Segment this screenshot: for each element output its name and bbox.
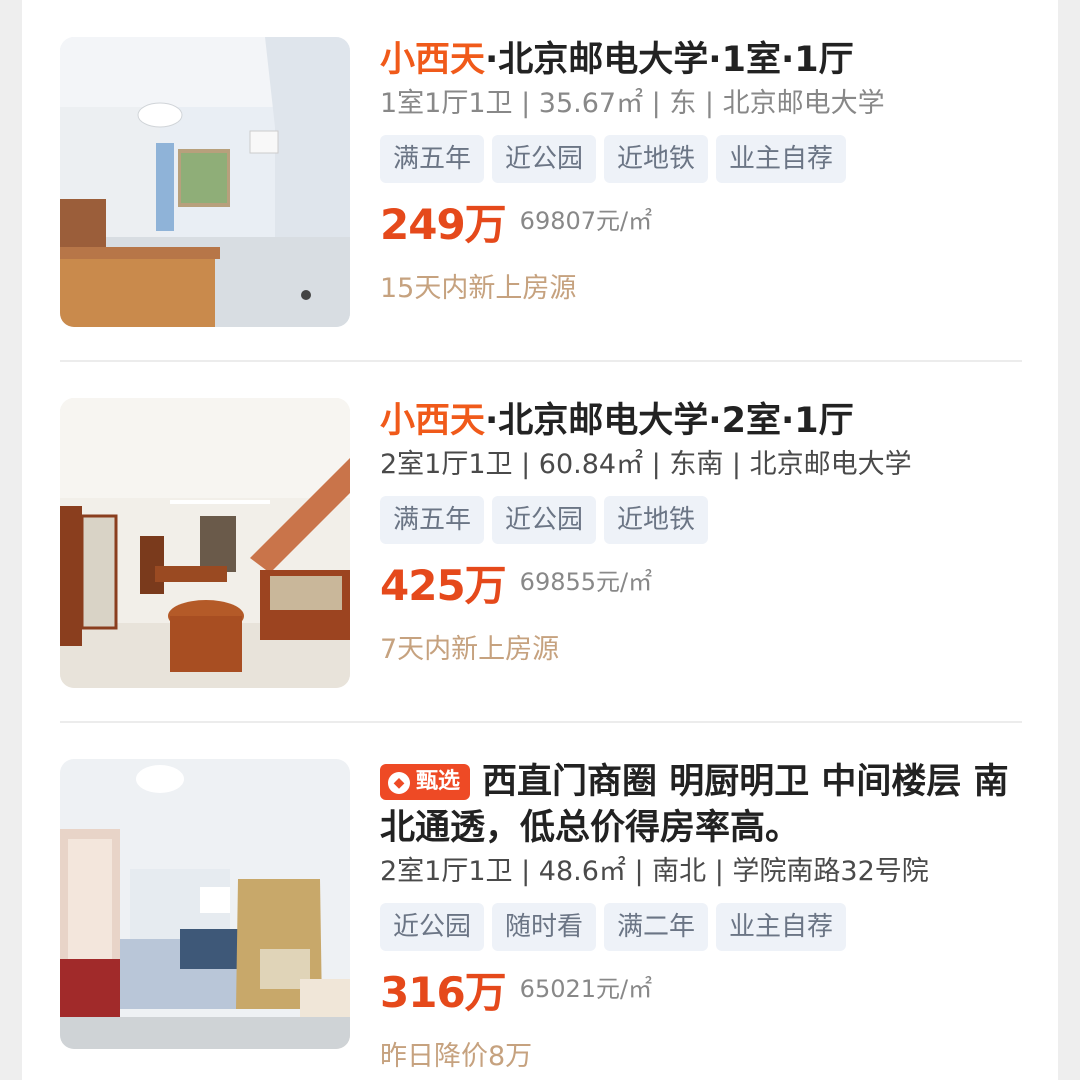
price-row: 249万 69807元/㎡ (380, 197, 1020, 253)
tag: 近公园 (492, 135, 597, 183)
total-price: 425万 (380, 561, 507, 610)
listing-note: 7天内新上房源 (380, 634, 560, 665)
tag: 近公园 (492, 496, 597, 544)
price-row: 425万 69855元/㎡ (380, 558, 1020, 614)
listing-note: 15天内新上房源 (380, 273, 577, 304)
tag-list: 近公园 随时看 满二年 业主自荐 (380, 903, 1020, 951)
tag: 满五年 (380, 135, 485, 183)
listing-title[interactable]: ◆ 甄选 西直门商圈 明厨明卫 中间楼层 南北通透，低总价得房率高。 (380, 759, 1020, 851)
listing-photo[interactable] (60, 759, 350, 1049)
tag: 业主自荐 (716, 135, 847, 183)
divider (60, 360, 1022, 362)
tag: 近公园 (380, 903, 485, 951)
heart-diamond-icon: ◆ (388, 772, 410, 794)
listing-meta: 2室1厅1卫 | 48.6㎡ | 南北 | 学院南路32号院 (380, 856, 929, 887)
divider (60, 721, 1022, 723)
title-detail: 西直门商圈 明厨明卫 中间楼层 南北通透，低总价得房率高。 (380, 762, 1009, 848)
unit-price: 65021元/㎡ (519, 975, 653, 1003)
tag-list: 满五年 近公园 近地铁 业主自荐 (380, 135, 1020, 183)
tag: 满五年 (380, 496, 485, 544)
badge-label: 甄选 (416, 769, 461, 794)
listing-card[interactable]: 小西天·北京邮电大学·1室·1厅 1室1厅1卫 | 35.67㎡ | 东 | 北… (60, 37, 1022, 329)
tag: 满二年 (604, 903, 709, 951)
cluttered-bedroom-photo-icon (60, 759, 350, 1049)
tag: 业主自荐 (716, 903, 847, 951)
listing-title[interactable]: 小西天·北京邮电大学·1室·1厅 (380, 37, 1020, 83)
title-area: 小西天 (380, 401, 486, 441)
tag-list: 满五年 近公园 近地铁 (380, 496, 1020, 544)
listing-meta: 2室1厅1卫 | 60.84㎡ | 东南 | 北京邮电大学 (380, 449, 912, 480)
total-price: 316万 (380, 968, 507, 1017)
listing-meta: 1室1厅1卫 | 35.67㎡ | 东 | 北京邮电大学 (380, 88, 885, 119)
listing-photo[interactable] (60, 37, 350, 327)
title-detail: ·北京邮电大学·1室·1厅 (485, 40, 854, 80)
unit-price: 69807元/㎡ (519, 207, 653, 235)
tag: 近地铁 (604, 496, 709, 544)
tag: 随时看 (492, 903, 597, 951)
tag: 近地铁 (604, 135, 709, 183)
price-row: 316万 65021元/㎡ (380, 965, 1020, 1021)
title-area: 小西天 (380, 40, 486, 80)
unit-price: 69855元/㎡ (519, 568, 653, 596)
listing-card[interactable]: ◆ 甄选 西直门商圈 明厨明卫 中间楼层 南北通透，低总价得房率高。 2室1厅1卫 … (60, 759, 1022, 1072)
title-detail: ·北京邮电大学·2室·1厅 (485, 401, 854, 441)
bedroom-photo-icon (60, 37, 350, 327)
total-price: 249万 (380, 200, 507, 249)
featured-badge: ◆ 甄选 (380, 764, 471, 800)
listing-feed: 小西天·北京邮电大学·1室·1厅 1室1厅1卫 | 35.67㎡ | 东 | 北… (22, 0, 1058, 1080)
listing-note: 昨日降价8万 (380, 1041, 533, 1072)
listing-card[interactable]: 小西天·北京邮电大学·2室·1厅 2室1厅1卫 | 60.84㎡ | 东南 | … (60, 398, 1022, 690)
listing-photo[interactable] (60, 398, 350, 688)
listing-title[interactable]: 小西天·北京邮电大学·2室·1厅 (380, 398, 1020, 444)
living-room-photo-icon (60, 398, 350, 688)
